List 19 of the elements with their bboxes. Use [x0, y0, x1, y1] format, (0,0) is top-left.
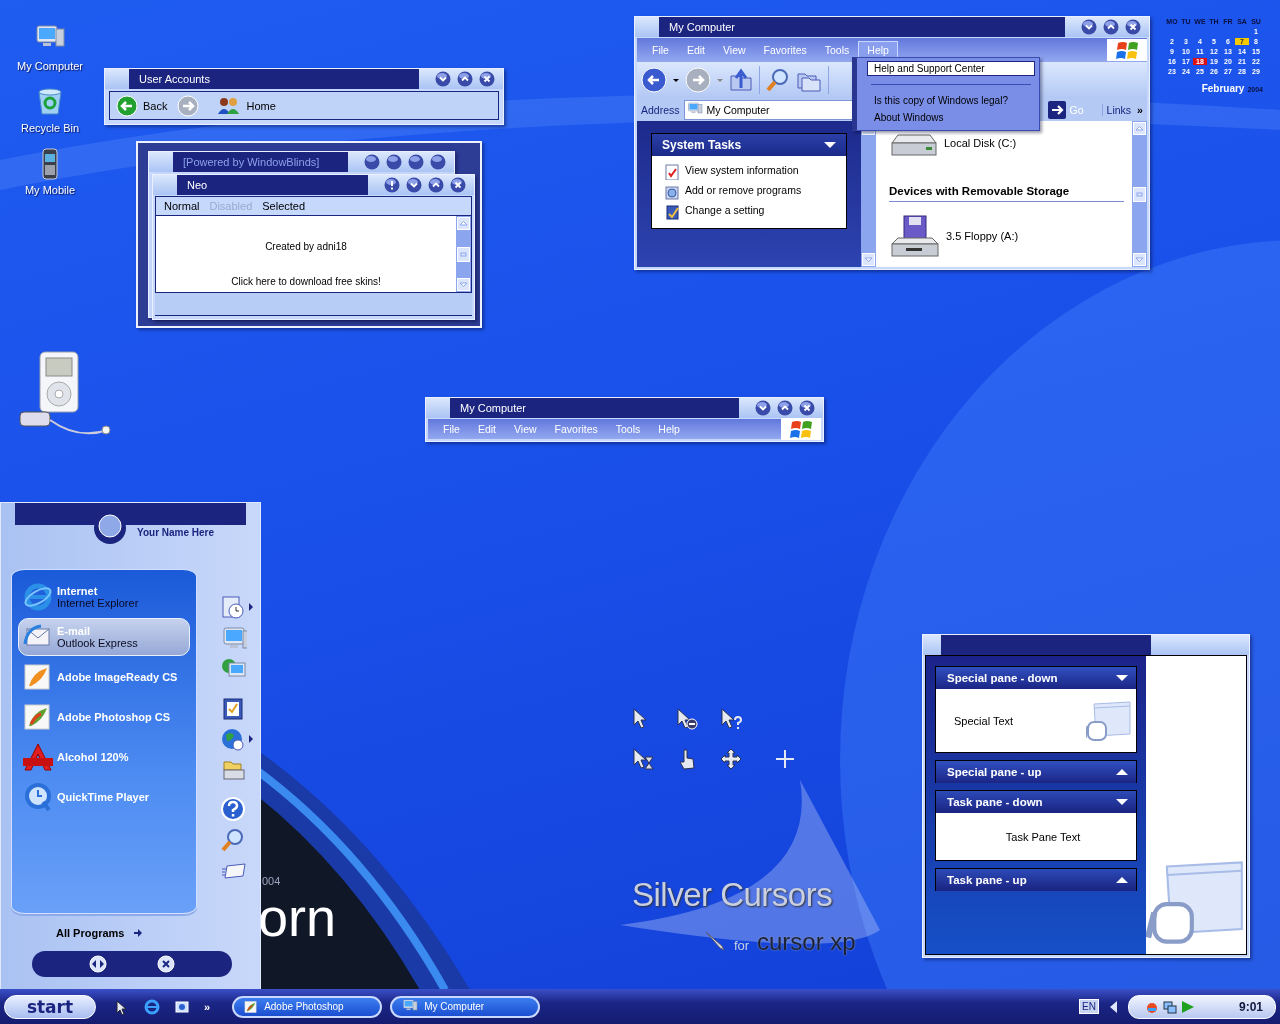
month-label: February	[1201, 83, 1245, 94]
wallpaper-text: cursor xp	[757, 928, 856, 956]
window-title: My Computer	[659, 17, 1065, 37]
window-title: [Powered by WindowBlinds]	[173, 152, 348, 172]
user-name: Your Name Here	[137, 527, 215, 538]
wallpaper-text: orn	[258, 890, 337, 944]
credit-text: Created by adni18	[265, 241, 347, 252]
pane-text: Task Pane Text	[1005, 830, 1081, 843]
group-heading: Devices with Removable Storage	[889, 185, 1124, 202]
wallpaper-text: 004	[262, 875, 281, 887]
window-title: Neo	[177, 175, 368, 195]
pane-text: Special Text	[954, 714, 1014, 727]
wallpaper-headline: Silver Cursors	[632, 876, 833, 914]
window-title: My Computer	[450, 398, 739, 418]
address-label: Address	[640, 103, 680, 116]
clock: 9:01	[1238, 999, 1263, 1014]
window-title: User Accounts	[129, 69, 419, 89]
wallpaper-text: for	[734, 938, 750, 953]
address-value: My Computer	[706, 103, 770, 116]
